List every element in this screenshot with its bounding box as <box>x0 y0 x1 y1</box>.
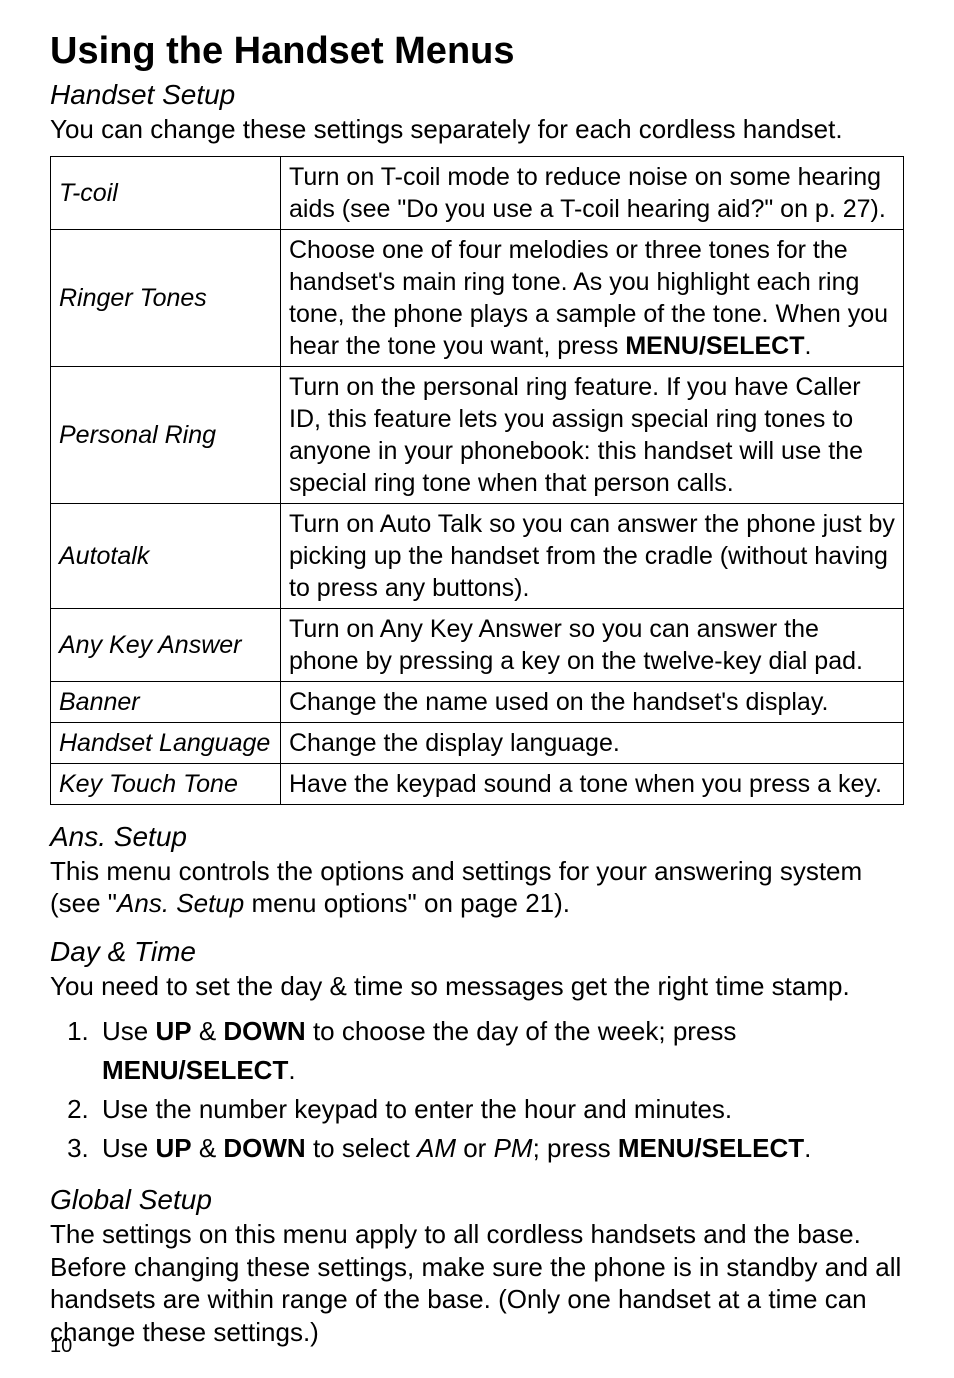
table-row: Personal RingTurn on the personal ring f… <box>51 366 904 503</box>
row-label: Personal Ring <box>51 366 281 503</box>
step3-pre: Use <box>102 1133 155 1163</box>
day-time-intro: You need to set the day & time so messag… <box>50 970 904 1003</box>
table-row: Ringer TonesChoose one of four melodies … <box>51 229 904 366</box>
row-label: Banner <box>51 681 281 722</box>
step1-amp: & <box>192 1016 224 1046</box>
step-1: Use UP & DOWN to choose the day of the w… <box>96 1012 904 1090</box>
ans-setup-body: This menu controls the options and setti… <box>50 855 904 920</box>
up-key: UP <box>155 1133 191 1163</box>
handset-setup-table: T-coilTurn on T-coil mode to reduce nois… <box>50 156 904 805</box>
row-label: Any Key Answer <box>51 608 281 681</box>
day-time-steps: Use UP & DOWN to choose the day of the w… <box>50 1012 904 1168</box>
step1-pre: Use <box>102 1016 155 1046</box>
step3-post: . <box>804 1133 811 1163</box>
row-description: Turn on Any Key Answer so you can answer… <box>281 608 904 681</box>
down-key: DOWN <box>223 1133 305 1163</box>
down-key: DOWN <box>223 1016 305 1046</box>
step3-or: or <box>456 1133 494 1163</box>
menu-select-key: MENU/SELECT <box>102 1055 288 1085</box>
row-description: Turn on the personal ring feature. If yo… <box>281 366 904 503</box>
menu-select-key: MENU/SELECT <box>618 1133 804 1163</box>
row-desc-post: . <box>805 332 812 360</box>
row-desc-pre: Turn on T-coil mode to reduce noise on s… <box>289 163 886 223</box>
handset-setup-heading: Handset Setup <box>50 79 904 111</box>
menu-select-key: MENU/SELECT <box>625 332 804 360</box>
table-row: Key Touch Tone Have the keypad sound a to… <box>51 763 904 804</box>
row-label: Key Touch Tone <box>51 763 281 804</box>
step3-mid2: ; press <box>533 1133 618 1163</box>
row-description: Turn on Auto Talk so you can answer the … <box>281 503 904 608</box>
page-number: 10 <box>50 1335 72 1358</box>
row-desc-pre: Change the name used on the handset's di… <box>289 688 828 716</box>
row-desc-pre: Turn on the personal ring feature. If yo… <box>289 373 863 497</box>
row-description: Choose one of four melodies or three ton… <box>281 229 904 366</box>
up-key: UP <box>155 1016 191 1046</box>
day-time-heading: Day & Time <box>50 936 904 968</box>
row-label: Handset Language <box>51 722 281 763</box>
row-description: Turn on T-coil mode to reduce noise on s… <box>281 156 904 229</box>
table-row: T-coilTurn on T-coil mode to reduce nois… <box>51 156 904 229</box>
table-row: Handset Language Change the display langu… <box>51 722 904 763</box>
pm-text: PM <box>494 1133 533 1163</box>
global-setup-heading: Global Setup <box>50 1184 904 1216</box>
step1-post: . <box>288 1055 295 1085</box>
row-description: Have the keypad sound a tone when you pr… <box>281 763 904 804</box>
ans-setup-ital: Ans. Setup <box>117 888 244 918</box>
row-label: Ringer Tones <box>51 229 281 366</box>
table-row: AutotalkTurn on Auto Talk so you can ans… <box>51 503 904 608</box>
step-2: Use the number keypad to enter the hour … <box>96 1090 904 1129</box>
handset-setup-intro: You can change these settings separately… <box>50 113 904 146</box>
global-setup-body: The settings on this menu apply to all c… <box>50 1218 904 1348</box>
ans-setup-heading: Ans. Setup <box>50 821 904 853</box>
row-desc-pre: Turn on Auto Talk so you can answer the … <box>289 510 895 602</box>
page-title: Using the Handset Menus <box>50 30 904 73</box>
row-description: Change the name used on the handset's di… <box>281 681 904 722</box>
document-page: Using the Handset Menus Handset Setup Yo… <box>0 0 954 1378</box>
row-desc-pre: Turn on Any Key Answer so you can answer… <box>289 615 863 675</box>
row-desc-pre: Change the display language. <box>289 729 620 757</box>
table-row: Any Key AnswerTurn on Any Key Answer so … <box>51 608 904 681</box>
step-3: Use UP & DOWN to select AM or PM; press … <box>96 1129 904 1168</box>
row-description: Change the display language. <box>281 722 904 763</box>
step3-amp: & <box>192 1133 224 1163</box>
ans-setup-post: menu options" on page 21). <box>244 888 570 918</box>
row-label: Autotalk <box>51 503 281 608</box>
row-desc-pre: Have the keypad sound a tone when you pr… <box>289 770 882 798</box>
am-text: AM <box>417 1133 456 1163</box>
step3-mid1: to select <box>306 1133 417 1163</box>
step1-mid: to choose the day of the week; press <box>306 1016 737 1046</box>
table-row: Banner Change the name used on the handse… <box>51 681 904 722</box>
row-label: T-coil <box>51 156 281 229</box>
